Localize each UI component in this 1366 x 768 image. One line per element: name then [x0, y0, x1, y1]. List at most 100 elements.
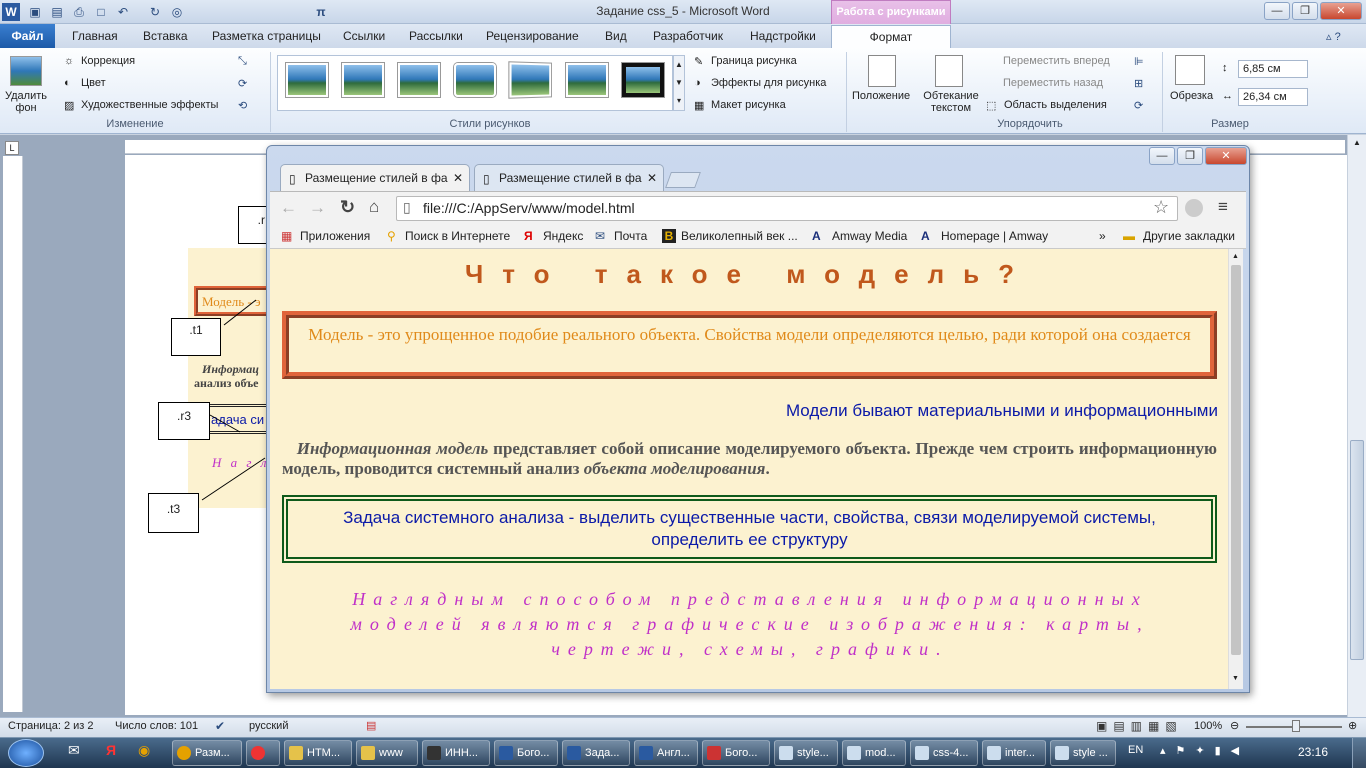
browser-minimize-button[interactable]: — [1149, 147, 1175, 165]
bookmark-search[interactable]: Поиск в Интернете [405, 229, 510, 243]
scroll-up-icon[interactable]: ▲ [1232, 253, 1239, 260]
tray-icons[interactable]: ▴⚑✦▮◀ [1160, 744, 1249, 757]
bookmark-amway-media[interactable]: Amway Media [832, 229, 907, 243]
tab-addins[interactable]: Надстройки [744, 26, 822, 48]
clock[interactable]: 23:16 [1298, 745, 1328, 759]
bookmark-mail[interactable]: Почта [614, 229, 647, 243]
bookmark-star-icon[interactable]: ☆ [1153, 197, 1169, 218]
wrap-text-button[interactable]: Обтекание текстом [920, 90, 982, 114]
picture-effects-button[interactable]: Эффекты для рисунка [711, 77, 826, 89]
position-button[interactable]: Положение [852, 90, 910, 102]
selection-pane-button[interactable]: Область выделения [1004, 99, 1107, 111]
forward-icon[interactable]: → [309, 198, 326, 218]
taskbar-item[interactable]: www [356, 740, 418, 766]
taskbar-item[interactable] [246, 740, 280, 766]
crop-button[interactable]: Обрезка [1170, 90, 1213, 102]
scroll-thumb[interactable] [1231, 265, 1241, 655]
tab-developer[interactable]: Разработчик [647, 26, 729, 48]
minimize-button[interactable]: — [1264, 2, 1290, 20]
help-icon[interactable]: ▵ ? [1326, 30, 1341, 43]
style-thumb[interactable] [398, 63, 440, 97]
scroll-thumb[interactable] [1350, 440, 1364, 660]
taskbar-item[interactable]: inter... [982, 740, 1046, 766]
macro-icon[interactable]: ▤ [366, 719, 376, 732]
taskbar-item[interactable]: style... [774, 740, 838, 766]
tab-mailings[interactable]: Рассылки [403, 26, 469, 48]
width-field[interactable]: 26,34 см [1238, 88, 1308, 106]
taskbar-item[interactable]: Англ... [634, 740, 698, 766]
browser-close-button[interactable]: ✕ [1205, 147, 1247, 165]
browser-tab-active[interactable]: ▯ Размещение стилей в фа ✕ [280, 164, 470, 191]
tab-view[interactable]: Вид [599, 26, 633, 48]
position-icon[interactable] [868, 55, 896, 87]
taskbar-item[interactable]: Разм... [172, 740, 242, 766]
taskbar-item[interactable]: НТМ... [284, 740, 352, 766]
zoom-thumb[interactable] [1292, 720, 1300, 732]
tab-close-icon[interactable]: ✕ [453, 171, 463, 185]
document-scrollbar[interactable]: ▲ [1347, 135, 1366, 717]
proofing-icon[interactable]: ✔ [215, 719, 225, 733]
bookmark-yandex[interactable]: Яндекс [543, 229, 583, 243]
taskbar-item[interactable]: Бого... [702, 740, 770, 766]
style-thumb[interactable] [566, 63, 608, 97]
bring-forward-button[interactable]: Переместить вперед [1003, 55, 1110, 67]
status-words[interactable]: Число слов: 101 [115, 720, 198, 732]
style-thumb[interactable] [342, 63, 384, 97]
home-icon[interactable]: ⌂ [369, 197, 379, 217]
browser-app-icon[interactable]: ◉ [138, 742, 150, 759]
taskbar-item[interactable]: css-4... [910, 740, 978, 766]
tab-review[interactable]: Рецензирование [480, 26, 585, 48]
style-thumb[interactable] [509, 62, 552, 98]
bookmarks-more[interactable]: » [1099, 229, 1106, 243]
wrap-text-icon[interactable] [935, 55, 963, 87]
taskbar-item[interactable]: Зада... [562, 740, 630, 766]
picture-styles-gallery[interactable] [277, 55, 673, 111]
group-icon[interactable]: ⊞ [1134, 77, 1143, 90]
page-info-icon[interactable]: ▯ [403, 199, 411, 216]
style-thumb[interactable] [286, 63, 328, 97]
mail-app-icon[interactable]: ✉ [68, 742, 80, 759]
other-bookmarks[interactable]: Другие закладки [1143, 229, 1235, 243]
zoom-out-icon[interactable]: ⊖ [1230, 719, 1239, 732]
picture-border-button[interactable]: Граница рисунка [711, 55, 797, 67]
view-buttons[interactable]: ▣▤▥▦▧ [1096, 719, 1183, 733]
zoom-in-icon[interactable]: ⊕ [1348, 719, 1357, 732]
yandex-app-icon[interactable]: Я [106, 742, 116, 758]
close-button[interactable]: ✕ [1320, 2, 1362, 20]
taskbar-item[interactable]: mod... [842, 740, 906, 766]
bookmark-apps[interactable]: Приложения [300, 229, 370, 243]
language-indicator[interactable]: EN [1128, 744, 1143, 756]
menu-icon[interactable]: ≡ [1218, 197, 1228, 217]
status-language[interactable]: русский [249, 720, 288, 732]
show-desktop-button[interactable] [1352, 738, 1366, 768]
tab-references[interactable]: Ссылки [337, 26, 391, 48]
send-backward-button[interactable]: Переместить назад [1003, 77, 1103, 89]
taskbar-item[interactable]: Бого... [494, 740, 558, 766]
back-icon[interactable]: ← [280, 198, 297, 218]
address-bar[interactable]: file:///C:/AppServ/www/model.html [396, 196, 1178, 221]
restore-button[interactable]: ❐ [1292, 2, 1318, 20]
tab-close-icon[interactable]: ✕ [647, 171, 657, 185]
new-tab-button[interactable] [665, 172, 701, 188]
reload-icon[interactable]: ↻ [340, 197, 355, 218]
extension-icon[interactable] [1185, 199, 1203, 217]
style-thumb[interactable] [622, 63, 664, 97]
bookmark-century[interactable]: Великолепный век ... [681, 229, 798, 243]
taskbar-item[interactable]: style ... [1050, 740, 1116, 766]
crop-icon[interactable] [1175, 55, 1205, 85]
tab-format[interactable]: Формат [831, 25, 951, 49]
scroll-up-icon[interactable]: ▲ [1350, 138, 1364, 152]
browser-tab[interactable]: ▯ Размещение стилей в фа ✕ [474, 164, 664, 191]
gallery-scroll[interactable]: ▲ ▼ ▾ [673, 55, 685, 111]
align-icon[interactable]: ⊫ [1134, 55, 1144, 68]
bookmark-amway-home[interactable]: Homepage | Amway [941, 229, 1048, 243]
status-page[interactable]: Страница: 2 из 2 [8, 720, 94, 732]
style-thumb[interactable] [454, 63, 496, 97]
height-field[interactable]: 6,85 см [1238, 60, 1308, 78]
scroll-down-icon[interactable]: ▼ [1232, 675, 1239, 682]
start-button[interactable] [8, 739, 44, 767]
rotate-icon[interactable]: ⟳ [1134, 99, 1143, 112]
browser-restore-button[interactable]: ❐ [1177, 147, 1203, 165]
picture-layout-button[interactable]: Макет рисунка [711, 99, 786, 111]
page-scrollbar[interactable]: ▲ ▼ [1228, 249, 1243, 689]
